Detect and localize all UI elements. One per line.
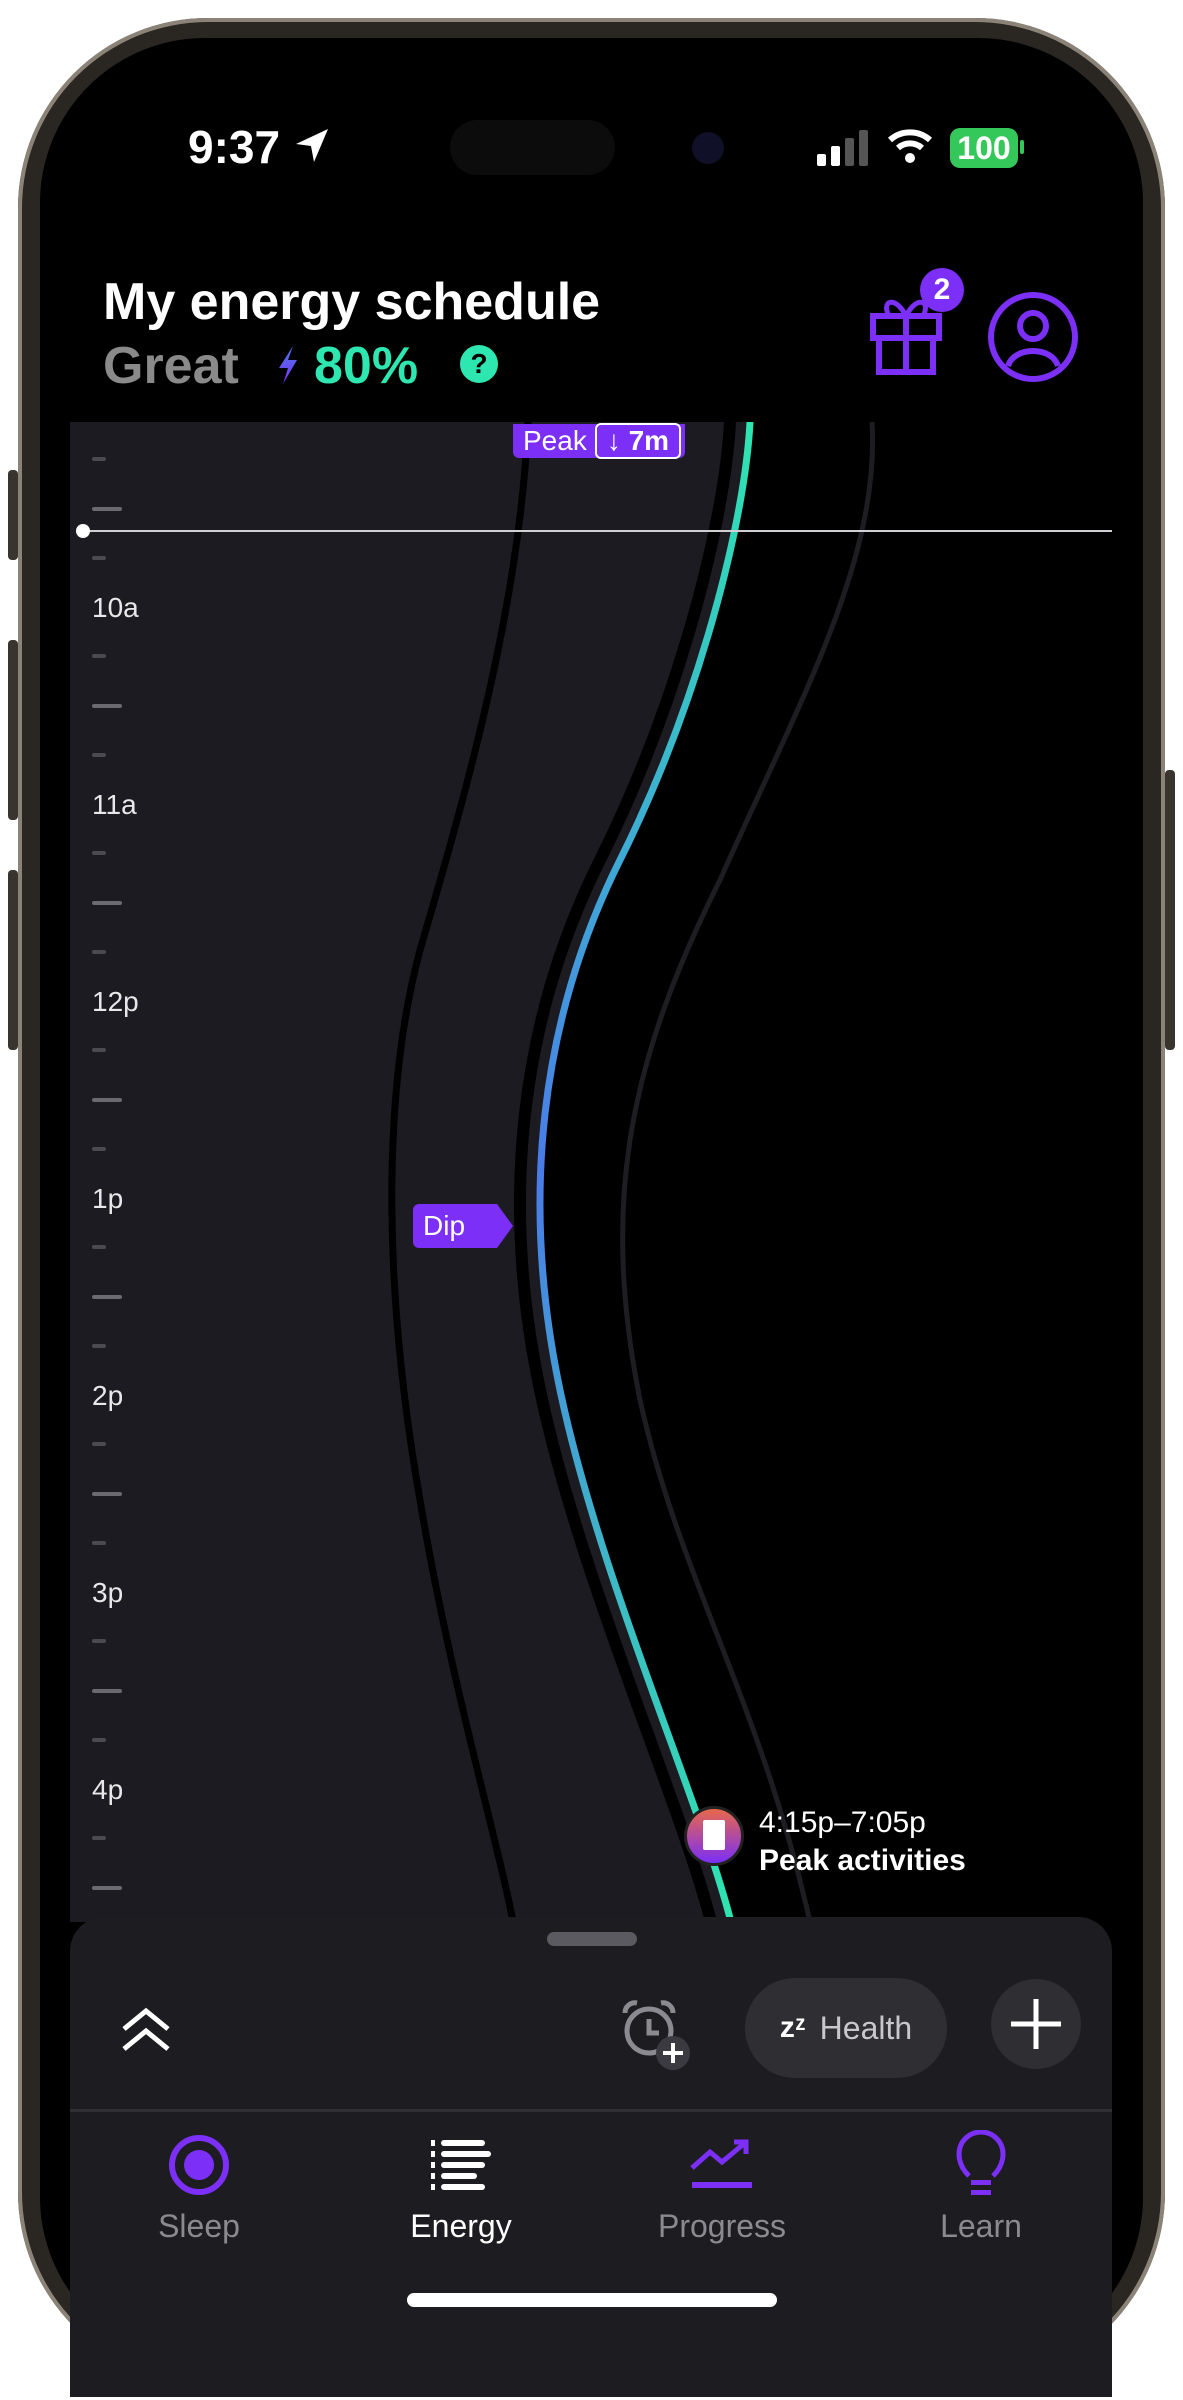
tab-learn[interactable]: Learn: [881, 2129, 1081, 2244]
time-tick: [92, 1688, 122, 1693]
progress-chart-icon: [690, 2139, 752, 2188]
time-tick: [92, 457, 106, 462]
plus-icon: [1011, 1999, 1061, 2049]
tab-progress[interactable]: Progress: [622, 2130, 822, 2244]
profile-icon[interactable]: [986, 290, 1080, 384]
dip-marker-arrow: [497, 1204, 513, 1248]
volume-down-button: [8, 870, 18, 1050]
time-tick: [92, 506, 122, 511]
time-tick: [92, 851, 106, 856]
battery-tip: [1020, 140, 1024, 154]
event-title[interactable]: Peak activities: [759, 1844, 966, 1878]
sleep-zz-icon: zᶻ: [779, 2011, 806, 2044]
time-tick: [92, 654, 106, 659]
time-tick: [92, 1737, 106, 1742]
health-button[interactable]: zᶻ Health: [745, 1978, 947, 2078]
time-tick: [92, 900, 122, 905]
time-tick: [92, 1639, 106, 1644]
time-tick: [92, 752, 106, 757]
tab-label: Learn: [940, 2208, 1022, 2244]
energy-area-fill: [70, 422, 750, 1922]
time-label: 2p: [92, 1380, 124, 1411]
add-button[interactable]: [991, 1979, 1081, 2069]
volume-up-button: [8, 640, 18, 820]
time-label: 1p: [92, 1183, 124, 1214]
time-tick: [92, 1245, 106, 1250]
energy-chart[interactable]: 10a 11a 12p 1p 2p 3p 4p Peak ↓ 7m Dip 4:…: [70, 422, 1112, 1922]
event-time-range: 4:15p–7:05p: [759, 1806, 926, 1839]
location-arrow-icon: [296, 129, 328, 162]
sleep-icon: [169, 2135, 229, 2195]
camera: [692, 132, 724, 164]
energy-percent: 80%: [314, 337, 419, 395]
page-title: My energy schedule: [103, 273, 601, 331]
time-tick: [92, 1540, 106, 1545]
lightning-icon: [279, 346, 297, 384]
power-button: [1165, 770, 1175, 1050]
health-label: Health: [819, 2009, 913, 2046]
time-tick: [92, 555, 106, 560]
home-indicator: [407, 2293, 777, 2307]
peak-delta: ↓ 7m: [594, 423, 682, 459]
tab-energy[interactable]: Energy: [361, 2130, 561, 2244]
time-tick: [92, 1442, 106, 1447]
peak-label: Peak: [523, 425, 587, 456]
time-tick: [92, 1048, 106, 1053]
help-icon[interactable]: ?: [460, 345, 498, 383]
tab-sleep[interactable]: Sleep: [99, 2130, 299, 2244]
time-tick: [92, 949, 106, 954]
tab-label: Sleep: [158, 2208, 240, 2244]
time-label: 10a: [92, 592, 139, 623]
time-label: 4p: [92, 1774, 124, 1805]
time-label: 11a: [92, 789, 137, 820]
mute-switch: [8, 470, 18, 560]
tab-label: Energy: [410, 2208, 512, 2244]
gift-badge: 2: [920, 268, 964, 312]
time-tick: [92, 1343, 106, 1348]
energy-list-icon: [431, 2140, 491, 2190]
time-label: 12p: [92, 986, 139, 1017]
dynamic-island: [450, 120, 615, 175]
time-tick: [92, 1146, 106, 1151]
time-tick: [92, 1294, 122, 1299]
current-time-dot: [76, 524, 90, 538]
peak-activities-icon[interactable]: [684, 1806, 744, 1866]
energy-curves: [70, 422, 1112, 1922]
sheet-divider: [70, 2109, 1112, 2112]
wifi-icon: [888, 129, 932, 163]
signal-icon: [817, 130, 868, 166]
time-tick: [92, 1097, 122, 1102]
tab-label: Progress: [657, 2208, 787, 2244]
add-alarm-icon[interactable]: [615, 1995, 695, 2075]
lightbulb-icon: [956, 2129, 1006, 2195]
time-tick: [92, 1836, 106, 1841]
energy-rating: Great: [103, 337, 239, 395]
peak-marker[interactable]: Peak ↓ 7m: [513, 423, 686, 459]
time-tick: [92, 1491, 122, 1496]
sheet-drag-handle[interactable]: [547, 1932, 637, 1946]
time-tick: [92, 703, 122, 708]
status-time: 9:37: [188, 121, 281, 173]
time-tick: [92, 1885, 122, 1890]
battery-icon: 100: [950, 128, 1018, 168]
dip-marker[interactable]: Dip: [413, 1204, 497, 1248]
time-label: 3p: [92, 1577, 124, 1608]
expand-chevrons-icon[interactable]: [118, 2005, 174, 2055]
